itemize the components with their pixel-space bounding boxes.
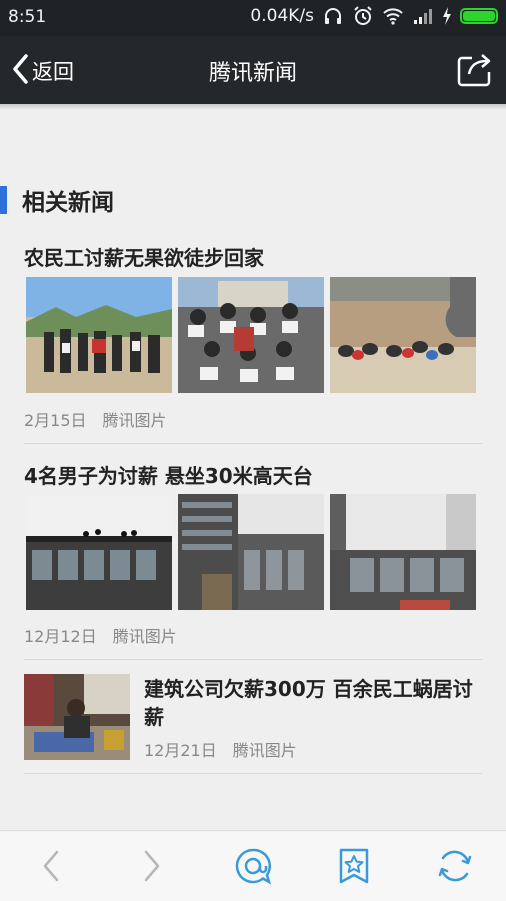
headphones-icon (322, 5, 344, 27)
signal-icon (412, 5, 434, 27)
nav-bar: 返回 腾讯新闻 (0, 36, 506, 104)
page-title: 腾讯新闻 (208, 61, 297, 86)
section-title: 相关新闻 (22, 190, 114, 216)
chevron-right-icon (144, 850, 160, 882)
back-nav-button[interactable] (32, 846, 72, 886)
news-photo[interactable] (26, 277, 172, 393)
news-source: 腾讯图片 (102, 411, 167, 430)
share-button[interactable] (456, 50, 494, 88)
news-meta: 12月21日 腾讯图片 (144, 737, 297, 761)
news-item-title[interactable]: 农民工讨薪无果欲徒步回家 (24, 242, 264, 271)
chevron-left-icon (43, 850, 59, 882)
nav-shadow (0, 104, 506, 110)
news-photo[interactable] (330, 494, 476, 610)
news-source: 腾讯图片 (112, 627, 177, 646)
news-item-title: 建筑公司欠薪300万 百余民工蜗居讨薪 (144, 677, 473, 729)
comment-button[interactable] (233, 846, 273, 886)
news-date: 12月12日 (24, 627, 97, 646)
divider (24, 443, 482, 444)
charging-icon (442, 5, 452, 27)
news-photo[interactable] (26, 494, 172, 610)
status-time: 8:51 (8, 7, 47, 27)
share-icon (457, 54, 491, 87)
bottom-toolbar (0, 830, 506, 901)
bookmark-star-icon (339, 848, 369, 884)
favorite-button[interactable] (334, 846, 374, 886)
section-accent-bar (0, 186, 7, 214)
news-list-item[interactable]: 建筑公司欠薪300万 百余民工蜗居讨薪 12月21日 腾讯图片 (24, 674, 482, 760)
forward-nav-button[interactable] (131, 846, 171, 886)
wifi-icon (382, 5, 404, 27)
status-bar: 8:51 0.04K/s (0, 0, 506, 36)
news-photo[interactable] (178, 277, 324, 393)
divider (24, 773, 482, 774)
news-photo[interactable] (330, 277, 476, 393)
news-item-title[interactable]: 4名男子为讨薪 悬坐30米高天台 (24, 460, 313, 489)
news-meta: 12月12日 腾讯图片 (24, 623, 177, 647)
comment-icon (235, 848, 272, 885)
alarm-icon (352, 5, 374, 27)
refresh-icon (438, 850, 472, 882)
battery-icon (460, 8, 498, 24)
refresh-button[interactable] (435, 846, 475, 886)
news-photo[interactable] (178, 494, 324, 610)
divider (24, 659, 482, 660)
news-photo (24, 674, 130, 760)
news-meta: 2月15日 腾讯图片 (24, 407, 167, 431)
news-source: 腾讯图片 (232, 741, 297, 760)
news-date: 12月21日 (144, 741, 217, 760)
network-speed: 0.04K/s (250, 6, 314, 26)
news-date: 2月15日 (24, 411, 87, 430)
